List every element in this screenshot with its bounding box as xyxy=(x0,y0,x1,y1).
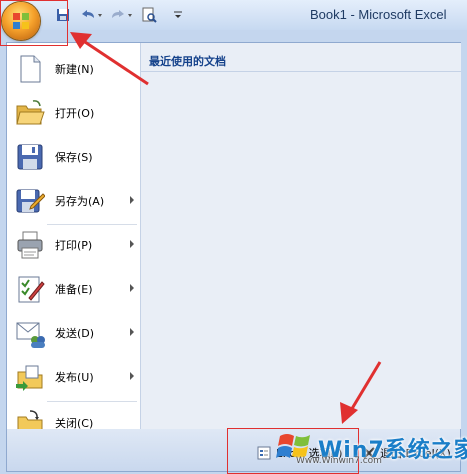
menu-item-label: 准备(E) xyxy=(55,283,93,296)
menu-item-label: 另存为(A) xyxy=(55,195,105,208)
prepare-icon xyxy=(15,274,45,304)
menu-item-print[interactable]: 打印(P) xyxy=(7,225,138,265)
save-as-icon xyxy=(15,186,46,216)
menu-item-save[interactable]: 保存(S) xyxy=(7,137,138,177)
save-disk-icon xyxy=(15,142,45,172)
submenu-arrow-icon xyxy=(130,240,134,248)
menu-item-save-as[interactable]: 另存为(A) xyxy=(7,181,138,221)
watermark: Win7系统之家 Www.Winwin7.com xyxy=(276,424,467,468)
menu-item-new[interactable]: 新建(N) xyxy=(7,49,138,89)
print-preview-icon[interactable] xyxy=(140,6,158,24)
submenu-arrow-icon xyxy=(130,284,134,292)
recent-documents-heading: 最近使用的文档 xyxy=(149,55,226,68)
menu-item-prepare[interactable]: 准备(E) xyxy=(7,269,138,309)
menu-item-label: 发布(U) xyxy=(55,371,94,384)
menu-item-label: 打开(O) xyxy=(55,107,95,120)
watermark-url: Www.Winwin7.com xyxy=(296,456,382,466)
menu-item-label: 保存(S) xyxy=(55,151,93,164)
printer-icon xyxy=(15,230,45,260)
menu-item-label: 打印(P) xyxy=(55,239,93,252)
save-icon[interactable] xyxy=(55,6,71,24)
open-folder-icon xyxy=(15,98,45,128)
submenu-arrow-icon xyxy=(130,328,134,336)
recent-divider xyxy=(141,71,461,72)
menu-item-label: 发送(D) xyxy=(55,327,95,340)
office-menu: 新建(N) 打开(O) 保存(S) 另存为(A) 打印(P) 准备(E) 发送(… xyxy=(6,42,461,472)
publish-icon xyxy=(15,362,45,392)
submenu-arrow-icon xyxy=(130,196,134,204)
recent-documents-panel: 最近使用的文档 xyxy=(140,43,461,429)
office-logo-icon xyxy=(13,13,29,29)
menu-item-publish[interactable]: 发布(U) xyxy=(7,357,138,397)
window-title: Book1 - Microsoft Excel xyxy=(310,7,447,22)
customize-toolbar-icon[interactable] xyxy=(172,6,184,24)
undo-icon[interactable] xyxy=(78,6,104,24)
office-button[interactable] xyxy=(2,2,40,40)
redo-icon[interactable] xyxy=(108,6,134,24)
title-bar: Book1 - Microsoft Excel xyxy=(0,0,467,30)
new-document-icon xyxy=(15,54,45,84)
menu-item-open[interactable]: 打开(O) xyxy=(7,93,138,133)
menu-commands: 新建(N) 打开(O) 保存(S) 另存为(A) 打印(P) 准备(E) 发送(… xyxy=(7,43,138,436)
menu-item-label: 新建(N) xyxy=(55,63,94,76)
submenu-arrow-icon xyxy=(130,372,134,380)
menu-item-send[interactable]: 发送(D) xyxy=(7,313,138,353)
send-icon xyxy=(15,318,45,348)
menu-divider xyxy=(47,401,137,402)
